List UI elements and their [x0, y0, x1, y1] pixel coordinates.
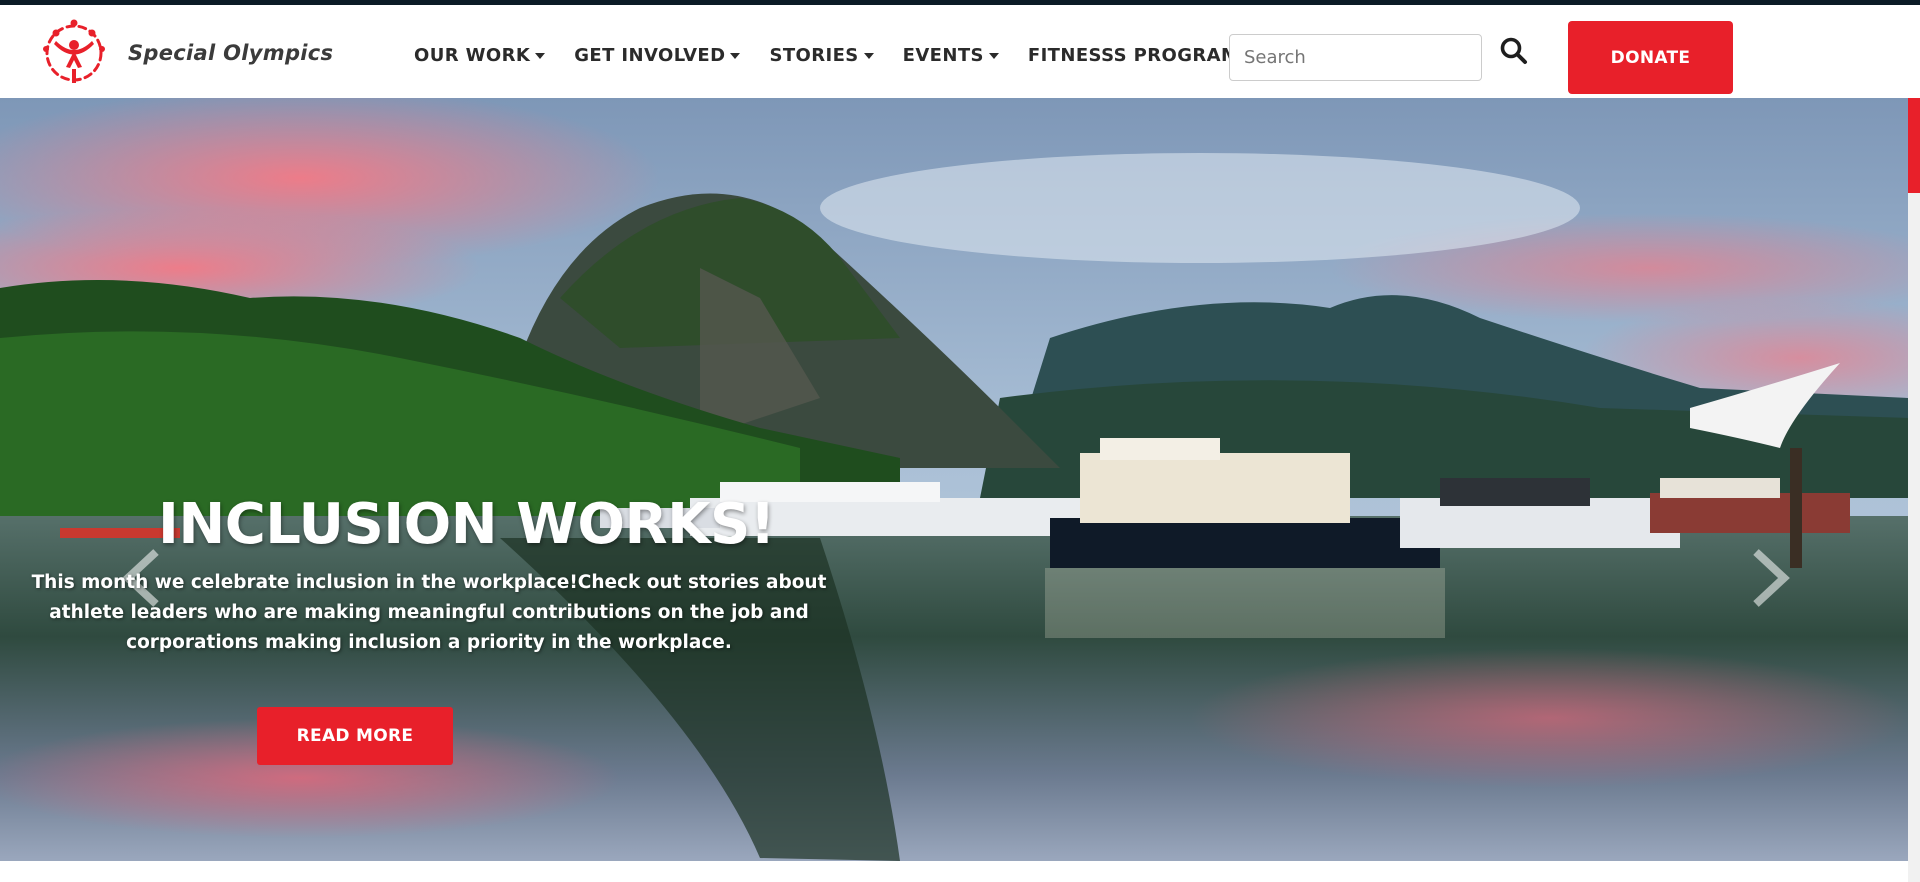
search-input[interactable]	[1229, 34, 1482, 81]
nav-item-our-work[interactable]: OUR WORK	[414, 45, 546, 66]
site-header: Special Olympics OUR WORK GET INVOLVED S…	[0, 5, 1920, 98]
site-logo[interactable]: Special Olympics	[36, 15, 356, 91]
page-content-below	[0, 861, 1908, 882]
donate-button[interactable]: DONATE	[1568, 21, 1733, 94]
scrollbar-track[interactable]	[1908, 98, 1920, 882]
nav-item-label: EVENTS	[902, 45, 984, 66]
hero-description: This month we celebrate inclusion in the…	[31, 572, 827, 653]
nav-item-label: GET INVOLVED	[574, 45, 726, 66]
nav-item-label: FITNESSS PROGRAM	[1027, 45, 1240, 66]
caret-down-icon	[535, 52, 546, 59]
main-nav: OUR WORK GET INVOLVED STORIES EVENTS FIT…	[414, 45, 1283, 66]
nav-item-label: OUR WORK	[414, 45, 531, 66]
nav-item-events[interactable]: EVENTS	[903, 45, 999, 66]
chevron-right-icon[interactable]	[1746, 546, 1794, 610]
scrollbar-thumb[interactable]	[1908, 98, 1920, 193]
nav-item-fitness-program[interactable]: FITNESSS PROGRAM	[1027, 45, 1255, 66]
search-icon[interactable]	[1499, 36, 1529, 66]
nav-item-get-involved[interactable]: GET INVOLVED	[574, 45, 741, 66]
caret-down-icon	[730, 52, 741, 59]
nav-item-label: STORIES	[769, 45, 859, 66]
caret-down-icon	[988, 52, 999, 59]
caret-down-icon	[863, 52, 874, 59]
logo-wordmark: Special Olympics	[128, 41, 334, 65]
nav-item-stories[interactable]: STORIES	[769, 45, 874, 66]
hero-title: INCLUSION WORKS!	[158, 492, 775, 557]
special-olympics-logo-icon	[43, 19, 105, 83]
read-more-button[interactable]: READ MORE	[257, 707, 453, 765]
